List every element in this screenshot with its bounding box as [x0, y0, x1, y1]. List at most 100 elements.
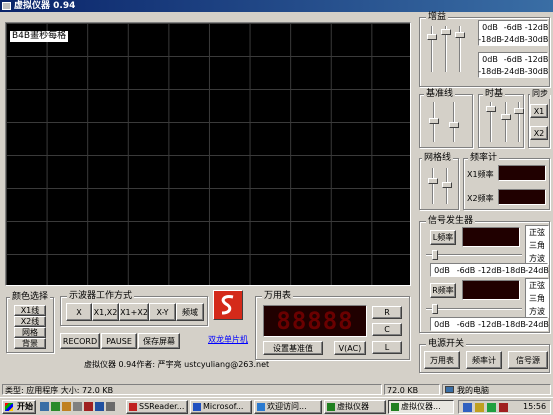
- quicklaunch-app-icon[interactable]: [73, 402, 82, 411]
- gridline-slider-1[interactable]: [428, 168, 438, 204]
- set-baseline-button[interactable]: 设置基准值: [263, 341, 323, 355]
- task-word[interactable]: Microsof...: [190, 400, 252, 414]
- gain-x1-0db[interactable]: 0dB: [479, 21, 501, 33]
- tray-network-icon[interactable]: [463, 403, 472, 412]
- l-frequency-slider[interactable]: [426, 250, 522, 260]
- gain-x2-24db[interactable]: -24dB: [501, 65, 525, 77]
- l-wave-triangle[interactable]: 三角: [526, 239, 548, 251]
- mode-x-y-button[interactable]: X-Y: [149, 303, 176, 321]
- color-x2-line-button[interactable]: X2线: [14, 316, 46, 327]
- mode-x1-x2-button[interactable]: X1,X2: [92, 303, 119, 321]
- title-bar: 虚拟仪器 0.94: [0, 0, 553, 12]
- timebase-slider-1[interactable]: [486, 102, 496, 142]
- l-level-18db[interactable]: -18dB: [502, 264, 526, 276]
- gain-x1-6db[interactable]: -6dB: [501, 21, 525, 33]
- color-grid-button[interactable]: 网格: [14, 327, 46, 338]
- sync-x1-button[interactable]: X1: [530, 104, 548, 118]
- gain-x2-30db[interactable]: -30dB: [525, 65, 549, 77]
- task-virtual-instrument-1[interactable]: 虚拟仪器: [324, 400, 386, 414]
- start-button[interactable]: 开始: [2, 400, 36, 414]
- freq-x1-label: X1频率: [467, 170, 494, 179]
- baseline-slider-x1[interactable]: [429, 102, 439, 142]
- gain-slider-3[interactable]: [455, 26, 465, 72]
- color-select-title: 颜色选择: [10, 292, 51, 302]
- l-frequency-display: [462, 227, 520, 247]
- gridline-slider-2[interactable]: [442, 168, 452, 204]
- r-level-24db[interactable]: -24dB: [525, 318, 549, 330]
- timebase-slider-3[interactable]: [514, 102, 524, 142]
- l-level-6db[interactable]: -6dB: [454, 264, 478, 276]
- baseline-slider-x2[interactable]: [449, 102, 459, 142]
- baseline-group: 基准线: [419, 89, 473, 148]
- r-level-12db[interactable]: -12dB: [478, 318, 502, 330]
- sync-x2-button[interactable]: X2: [530, 126, 548, 140]
- quicklaunch-media-icon[interactable]: [84, 402, 93, 411]
- quicklaunch-mail-icon[interactable]: [95, 402, 104, 411]
- l-level-0db[interactable]: 0dB: [431, 264, 453, 276]
- task-ssreader[interactable]: SSReader...: [126, 400, 188, 414]
- timebase-title: 时基: [483, 89, 506, 99]
- r-wave-triangle[interactable]: 三角: [526, 292, 548, 304]
- app-logo: [213, 290, 243, 320]
- r-level-18db[interactable]: -18dB: [502, 318, 526, 330]
- mode-x1-plus-x2-button[interactable]: X1+X2: [119, 303, 149, 321]
- word-icon: [193, 403, 201, 411]
- mode-x-button[interactable]: X: [66, 303, 92, 321]
- vac-button[interactable]: V(AC): [334, 341, 366, 355]
- multimeter-l-button[interactable]: L: [372, 341, 402, 354]
- r-frequency-slider[interactable]: [426, 304, 522, 314]
- l-frequency-button[interactable]: L频率: [430, 230, 456, 245]
- r-frequency-button[interactable]: R频率: [430, 283, 456, 298]
- gain-slider-2[interactable]: [441, 26, 451, 72]
- gain-x2-12db[interactable]: -12dB: [525, 53, 549, 65]
- r-wave-sine[interactable]: 正弦: [526, 279, 548, 291]
- gain-x1-12db[interactable]: -12dB: [525, 21, 549, 33]
- gain-x1-24db[interactable]: -24dB: [501, 33, 525, 45]
- gain-x1-30db[interactable]: -30dB: [525, 33, 549, 45]
- save-screen-button[interactable]: 保存屏幕: [138, 333, 180, 349]
- record-button[interactable]: RECORD: [60, 333, 100, 349]
- l-level-24db[interactable]: -24dB: [525, 264, 549, 276]
- quicklaunch-folder-icon[interactable]: [62, 402, 71, 411]
- color-x1-line-button[interactable]: X1线: [14, 305, 46, 316]
- task-welcome[interactable]: 欢迎访问...: [254, 400, 322, 414]
- quicklaunch-desktop-icon[interactable]: [40, 402, 49, 411]
- pause-button[interactable]: PAUSE: [101, 333, 137, 349]
- gain-slider-1[interactable]: [427, 26, 437, 72]
- l-wave-sine[interactable]: 正弦: [526, 226, 548, 238]
- task-virtual-instrument-1-label: 虚拟仪器: [337, 402, 369, 411]
- freqmeter-title: 频率计: [468, 153, 500, 163]
- r-level-0db[interactable]: 0dB: [431, 318, 453, 330]
- tray-volume-icon[interactable]: [475, 403, 484, 412]
- r-level-6db[interactable]: -6dB: [454, 318, 478, 330]
- tray-ime-icon[interactable]: [499, 403, 508, 412]
- multimeter-title: 万用表: [262, 291, 294, 301]
- author-credit: 虚拟仪器 0.94作者: 严宇亮 ustcyuliang@263.net: [84, 360, 270, 369]
- color-background-button[interactable]: 背景: [14, 338, 46, 349]
- power-siggen-button[interactable]: 信号源: [508, 351, 548, 369]
- instrument-icon: [327, 403, 335, 411]
- mode-frequency-domain-button[interactable]: 频域: [176, 303, 204, 321]
- power-switch-title: 电源开关: [426, 339, 467, 349]
- l-level-12db[interactable]: -12dB: [478, 264, 502, 276]
- r-wave-square[interactable]: 方波: [526, 305, 548, 317]
- baseline-title: 基准线: [424, 89, 456, 99]
- gain-x2-18db[interactable]: -18dB: [478, 65, 502, 77]
- oscilloscope-screen[interactable]: [5, 22, 411, 286]
- quicklaunch-ie-icon[interactable]: [51, 402, 60, 411]
- tray-app-icon[interactable]: [487, 403, 496, 412]
- gain-x2-6db[interactable]: -6dB: [501, 53, 525, 65]
- power-freqmeter-button[interactable]: 频率计: [466, 351, 502, 369]
- company-link[interactable]: 双龙单片机: [208, 334, 248, 345]
- quicklaunch-tool-icon[interactable]: [106, 402, 115, 411]
- timebase-slider-2[interactable]: [501, 102, 511, 142]
- gain-x1-18db[interactable]: -18dB: [478, 33, 502, 45]
- gridline-title: 网格线: [422, 153, 454, 163]
- multimeter-r-button[interactable]: R: [372, 306, 402, 319]
- power-multimeter-button[interactable]: 万用表: [424, 351, 460, 369]
- status-computer: 我的电脑: [442, 384, 551, 395]
- task-virtual-instrument-2[interactable]: 虚拟仪器...: [388, 400, 454, 414]
- gain-x2-0db[interactable]: 0dB: [479, 53, 501, 65]
- gain-title: 增益: [426, 12, 449, 22]
- multimeter-c-button[interactable]: C: [372, 323, 402, 336]
